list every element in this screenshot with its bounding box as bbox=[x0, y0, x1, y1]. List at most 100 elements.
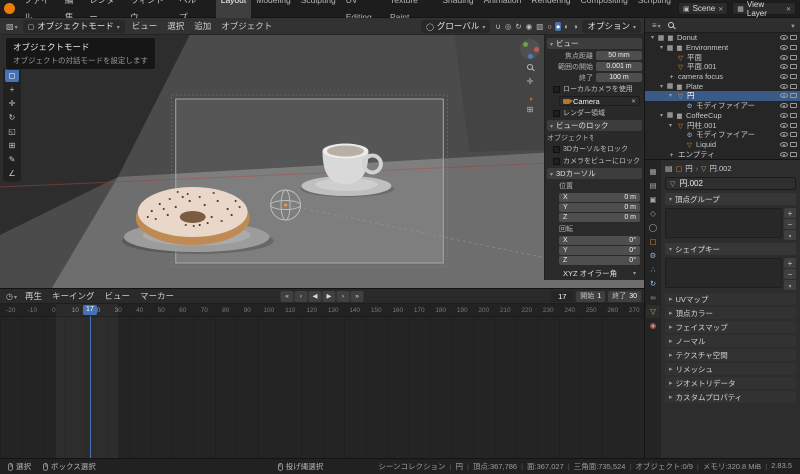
properties-section[interactable]: リメッシュ bbox=[665, 363, 796, 375]
cursor-panel-header[interactable]: 3Dカーソル bbox=[547, 168, 642, 179]
shading-wireframe-icon[interactable]: ○ bbox=[546, 22, 553, 31]
shading-solid-icon[interactable]: ● bbox=[554, 21, 562, 31]
proportional-edit-icon[interactable]: ◎ bbox=[504, 22, 513, 31]
outliner-row[interactable]: Liquid bbox=[645, 140, 800, 150]
shape-keys-header[interactable]: シェイプキー bbox=[665, 243, 796, 255]
checkbox[interactable] bbox=[553, 109, 560, 117]
render-visibility-icon[interactable] bbox=[790, 141, 797, 147]
playhead-line[interactable] bbox=[90, 316, 91, 458]
tab-scene[interactable]: ◇ bbox=[646, 207, 660, 220]
shading-material-icon[interactable]: ◐ bbox=[563, 22, 570, 31]
breadcrumb-data[interactable]: 円.002 bbox=[709, 163, 731, 174]
snap-magnet-icon[interactable]: ∪ bbox=[494, 22, 502, 31]
tool-select-box[interactable]: ◻ bbox=[5, 69, 19, 82]
mode-dropdown[interactable]: オブジェクトモード bbox=[22, 19, 125, 33]
menu-marker[interactable]: マーカー bbox=[135, 288, 179, 304]
disclosure-icon[interactable] bbox=[658, 112, 665, 119]
tool-rotate[interactable]: ↻ bbox=[5, 111, 19, 124]
specials-menu-button[interactable] bbox=[784, 280, 796, 290]
properties-section[interactable]: カスタムプロパティ bbox=[665, 391, 796, 403]
prev-keyframe-button[interactable]: ‹ bbox=[294, 290, 308, 302]
outliner-row[interactable]: CoffeeCup bbox=[645, 111, 800, 121]
render-visibility-icon[interactable] bbox=[790, 74, 797, 80]
tool-cursor[interactable]: + bbox=[5, 83, 19, 96]
outliner-row[interactable]: camera focus bbox=[645, 72, 800, 82]
axis-gizmo[interactable] bbox=[520, 39, 540, 59]
vertex-groups-listbox[interactable] bbox=[665, 208, 782, 238]
visibility-eye-icon[interactable] bbox=[780, 74, 788, 80]
render-visibility-icon[interactable] bbox=[790, 103, 797, 109]
render-visibility-icon[interactable] bbox=[790, 45, 797, 51]
options-dropdown[interactable]: オプション bbox=[582, 19, 641, 33]
remove-button[interactable] bbox=[784, 219, 796, 229]
visibility-eye-icon[interactable] bbox=[780, 54, 788, 60]
outliner-row[interactable]: モディファイアー bbox=[645, 101, 800, 111]
shape-keys-listbox[interactable] bbox=[665, 258, 782, 288]
visibility-eye-icon[interactable] bbox=[780, 112, 788, 118]
clip-end-field[interactable]: 100 m bbox=[596, 73, 642, 82]
tool-measure[interactable]: ∠ bbox=[5, 167, 19, 180]
jump-start-button[interactable]: « bbox=[280, 290, 294, 302]
visibility-eye-icon[interactable] bbox=[780, 103, 788, 109]
checkbox[interactable] bbox=[553, 145, 560, 153]
close-icon[interactable] bbox=[786, 5, 791, 13]
add-button[interactable] bbox=[784, 258, 796, 268]
properties-section[interactable]: ノーマル bbox=[665, 335, 796, 347]
properties-section[interactable]: 頂点カラー bbox=[665, 307, 796, 319]
tool-scale[interactable]: ◱ bbox=[5, 125, 19, 138]
remove-button[interactable] bbox=[784, 269, 796, 279]
properties-section[interactable]: ジオメトリデータ bbox=[665, 377, 796, 389]
editor-type-button[interactable] bbox=[3, 22, 21, 31]
visibility-eye-icon[interactable] bbox=[780, 64, 788, 70]
shading-rendered-icon[interactable]: ◑ bbox=[572, 22, 579, 31]
menu-keying[interactable]: キーイング bbox=[47, 288, 100, 304]
tab-render[interactable]: ▦ bbox=[646, 165, 660, 178]
tab-physics[interactable]: ↻ bbox=[646, 277, 660, 290]
pan-icon[interactable]: ✛ bbox=[527, 77, 534, 87]
vertex-groups-header[interactable]: 頂点グループ bbox=[665, 193, 796, 205]
view-layer-selector[interactable]: View Layer bbox=[732, 0, 796, 18]
timeline-canvas[interactable] bbox=[0, 317, 644, 458]
tool-annotate[interactable]: ✎ bbox=[5, 153, 19, 166]
view-panel-header[interactable]: ビュー bbox=[547, 38, 642, 49]
render-visibility-icon[interactable] bbox=[790, 64, 797, 70]
next-keyframe-button[interactable]: › bbox=[336, 290, 350, 302]
add-button[interactable] bbox=[784, 208, 796, 218]
menu-select[interactable]: 選択 bbox=[162, 18, 189, 34]
local-camera-field[interactable]: Camera bbox=[559, 96, 640, 106]
editor-type-button[interactable] bbox=[649, 21, 664, 30]
outliner-row[interactable]: Environment bbox=[645, 43, 800, 53]
cursor-location-field[interactable]: Z 0 m bbox=[559, 213, 640, 222]
data-name-field[interactable]: 円.002 bbox=[665, 177, 796, 190]
local-camera-checkbox-row[interactable]: ローカルカメラを使用 bbox=[553, 84, 642, 94]
render-visibility-icon[interactable] bbox=[790, 93, 797, 99]
lock-object-field[interactable] bbox=[596, 133, 642, 142]
play-button[interactable]: ▶ bbox=[322, 290, 336, 302]
visibility-eye-icon[interactable] bbox=[780, 83, 788, 89]
disclosure-icon[interactable] bbox=[649, 34, 656, 41]
visibility-eye-icon[interactable] bbox=[780, 132, 788, 138]
tab-constraints[interactable]: ∞ bbox=[646, 291, 660, 304]
properties-editor-icon[interactable] bbox=[665, 165, 673, 173]
cursor-rotation-field[interactable]: Y 0° bbox=[559, 246, 640, 255]
tab-output[interactable]: ▤ bbox=[646, 179, 660, 192]
outliner-row[interactable]: Donut bbox=[645, 33, 800, 43]
checkbox[interactable] bbox=[553, 157, 560, 165]
disclosure-icon[interactable] bbox=[658, 83, 665, 90]
frame-start-field[interactable]: 開始 1 bbox=[576, 290, 606, 302]
outliner-row[interactable]: エンプティ bbox=[645, 149, 800, 159]
menu-add[interactable]: 追加 bbox=[189, 18, 216, 34]
checkbox[interactable] bbox=[553, 85, 560, 93]
collection-checkbox[interactable] bbox=[667, 44, 673, 51]
menu-view[interactable]: ビュー bbox=[100, 288, 136, 304]
tab-particles[interactable]: ∴ bbox=[646, 263, 660, 276]
search-icon[interactable] bbox=[667, 22, 674, 28]
frame-end-field[interactable]: 終了 30 bbox=[608, 290, 641, 302]
tool-transform[interactable]: ⊞ bbox=[5, 139, 19, 152]
visibility-eye-icon[interactable] bbox=[780, 122, 788, 128]
tab-material[interactable]: ◉ bbox=[646, 319, 660, 332]
tab-world[interactable]: ◯ bbox=[646, 221, 660, 234]
menu-view[interactable]: ビュー bbox=[127, 18, 163, 34]
viewport-canvas[interactable]: オブジェクトモード オブジェクトの対話モードを設定します ◻ + ✛ ↻ ◱ ⊞ ✎ ∠ bbox=[0, 35, 644, 288]
properties-section[interactable]: テクスチャ空間 bbox=[665, 349, 796, 361]
